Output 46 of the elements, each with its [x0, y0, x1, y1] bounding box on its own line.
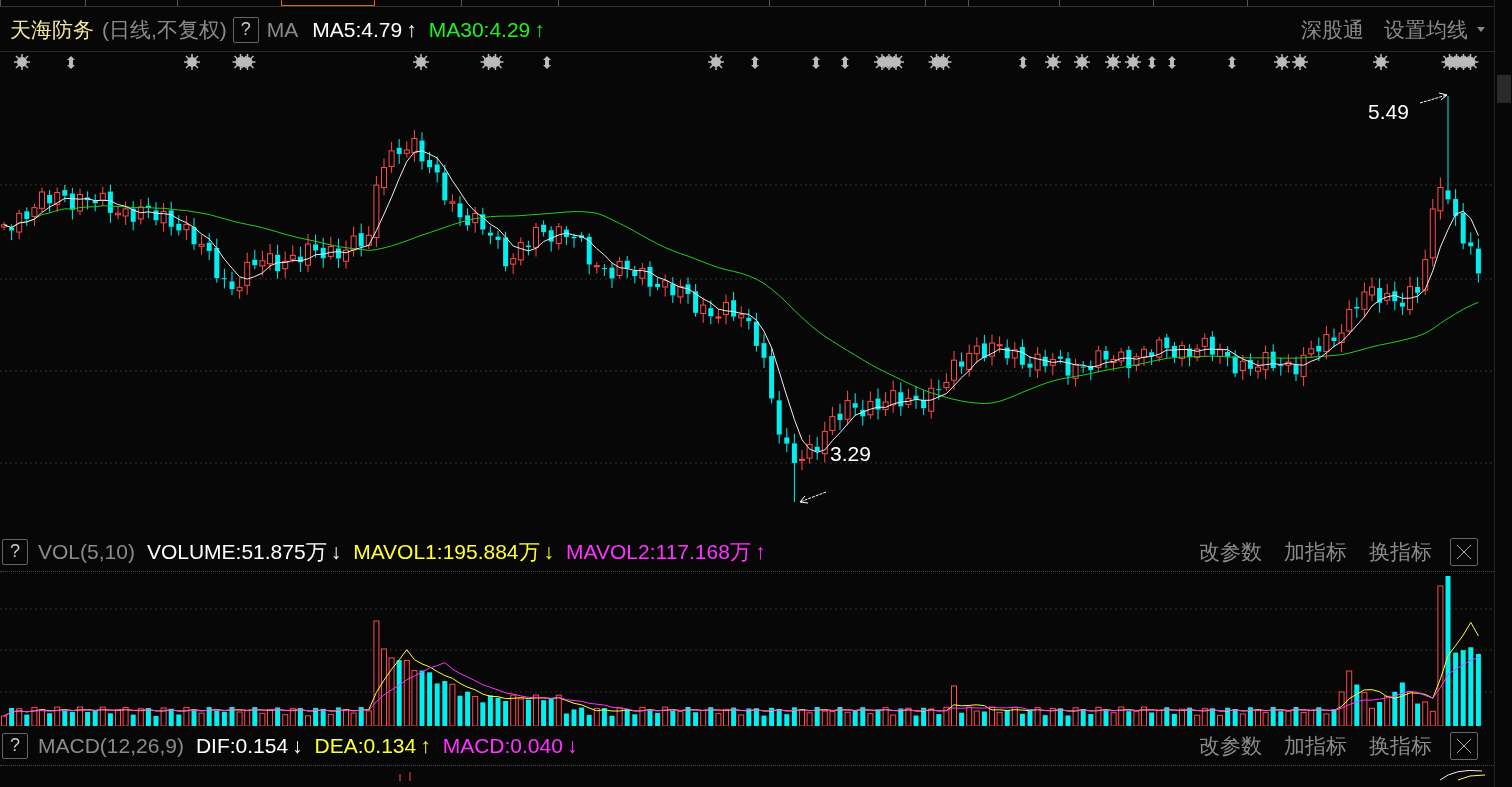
indicator-action-button[interactable]: 改参数	[1199, 731, 1262, 760]
dea-line	[1457, 774, 1486, 781]
trend-arrow: ↓	[292, 733, 303, 758]
indicator-value: MA5:4.79	[312, 17, 403, 42]
leader-line	[1419, 92, 1448, 104]
indicator-value: MACD:0.040	[442, 733, 563, 758]
trend-arrow: ↑	[754, 539, 766, 564]
indicator-action-button[interactable]: 加指标	[1284, 731, 1347, 760]
indicator-value: MA30:4.29	[428, 17, 531, 42]
indicator-action-button[interactable]: 换指标	[1369, 731, 1432, 760]
trend-arrow: ↓	[566, 733, 578, 758]
indicator-name: MA	[266, 17, 299, 42]
ma-setting-dropdown[interactable]: 设置均线	[1384, 15, 1486, 44]
help-button[interactable]: ?	[232, 16, 259, 43]
close-button[interactable]	[1450, 537, 1478, 566]
event-markers-drawing[interactable]	[13, 53, 1480, 71]
indicator-action-button[interactable]: 改参数	[1199, 537, 1262, 566]
help-button[interactable]: ?	[2, 538, 28, 565]
scrollbar-thumb[interactable]	[1497, 75, 1511, 103]
close-icon	[1456, 737, 1472, 754]
trend-arrow: ↑	[534, 17, 545, 42]
period-label: (日线,不复权)	[102, 16, 227, 43]
indicator-action-button[interactable]: 换指标	[1369, 537, 1432, 566]
trend-arrow: ↓	[543, 539, 555, 564]
close-icon	[1456, 543, 1472, 560]
indicator-action-button[interactable]: 加指标	[1284, 537, 1347, 566]
trend-arrow: ↓	[330, 539, 342, 564]
caret-icon	[1476, 26, 1486, 33]
indicator-value: VOLUME:51.875万	[146, 538, 327, 565]
help-button[interactable]: ?	[2, 732, 28, 759]
indicator-value: DIF:0.154	[195, 733, 289, 758]
connect-link[interactable]: 深股通	[1301, 15, 1364, 44]
indicator-value: MAVOL1:195.884万	[353, 538, 540, 565]
leader-line	[799, 491, 827, 504]
indicator-name: VOL(5,10)	[38, 539, 135, 564]
trend-arrow: ↑	[406, 17, 417, 42]
close-button[interactable]	[1450, 731, 1478, 760]
dif-line	[1439, 769, 1483, 781]
trend-arrow: ↑	[420, 733, 431, 758]
indicator-name: MACD(12,26,9)	[38, 733, 184, 758]
stock-name: 天海防务	[10, 16, 94, 43]
indicator-value: MAVOL2:117.168万	[566, 538, 751, 565]
low-price-label: 3.29	[830, 442, 871, 466]
indicator-value: DEA:0.134	[314, 733, 417, 758]
high-price-label: 5.49	[1368, 100, 1409, 124]
macd-bars	[399, 771, 411, 781]
